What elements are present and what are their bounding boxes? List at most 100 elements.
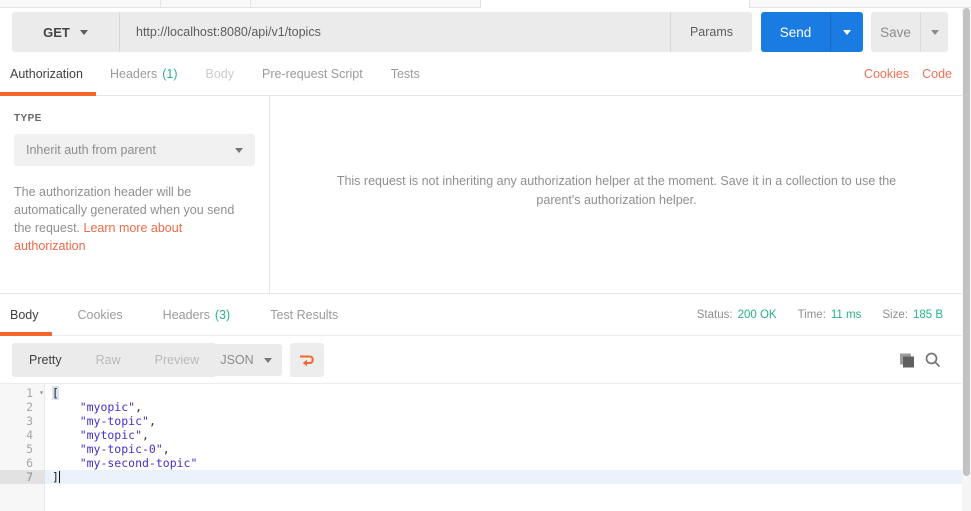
search-response-button[interactable] bbox=[923, 350, 943, 370]
fold-arrow-icon[interactable]: ▾ bbox=[39, 386, 44, 400]
code-text: [ bbox=[45, 386, 59, 400]
line-number: 3 bbox=[26, 414, 33, 428]
tab-headers[interactable]: Headers (1) bbox=[96, 53, 192, 95]
json-string: "my-second-topic" bbox=[52, 456, 198, 470]
code-line: 4 "mytopic", bbox=[0, 428, 962, 442]
copy-icon bbox=[900, 353, 914, 368]
line-number: 4 bbox=[26, 428, 33, 442]
json-comma: , bbox=[162, 442, 170, 456]
chevron-down-icon bbox=[79, 29, 88, 35]
chevron-down-icon bbox=[235, 147, 243, 153]
line-number: 6 bbox=[26, 456, 33, 470]
json-string: "myopic" bbox=[52, 400, 136, 414]
send-options-button[interactable] bbox=[831, 12, 863, 52]
code-text: "my-topic", bbox=[45, 414, 156, 428]
method-selector[interactable]: GET bbox=[12, 12, 120, 52]
request-tabs: Authorization Headers (1) Body Pre-reque… bbox=[0, 53, 962, 96]
tab-test-results[interactable]: Test Results bbox=[256, 294, 352, 335]
send-button-group: Send bbox=[761, 12, 863, 52]
tab-label: Headers bbox=[109, 67, 158, 81]
tab-authorization[interactable]: Authorization bbox=[0, 53, 96, 96]
response-body-editor[interactable]: 1 ▾ [ 2 "myopic", 3 "my-topic", 4 "mytop… bbox=[0, 383, 962, 511]
window-tab-active bbox=[480, 0, 750, 8]
raw-view-button[interactable]: Raw bbox=[79, 343, 138, 377]
tab-label: Authorization bbox=[10, 67, 83, 81]
cookies-link[interactable]: Cookies bbox=[864, 67, 909, 81]
send-button[interactable]: Send bbox=[761, 12, 831, 52]
json-string: "my-topic-0" bbox=[52, 442, 163, 456]
code-link[interactable]: Code bbox=[922, 67, 952, 81]
status-value: 200 OK bbox=[737, 308, 777, 321]
chevron-down-icon bbox=[843, 29, 851, 35]
request-url-bar: GET http://localhost:8080/api/v1/topics … bbox=[12, 12, 752, 52]
close-bracket: ] bbox=[52, 470, 59, 484]
wrap-lines-button[interactable] bbox=[290, 343, 324, 377]
code-line: 1 ▾ [ bbox=[0, 386, 962, 400]
line-number-text: 1 bbox=[26, 386, 33, 400]
tab-label: Pre-request Script bbox=[262, 67, 363, 81]
response-language-value: JSON bbox=[220, 353, 254, 367]
auth-helper-message-panel: This request is not inheriting any autho… bbox=[271, 96, 962, 286]
size-badge: Size: 185 B bbox=[882, 309, 943, 321]
line-number: 1 ▾ bbox=[0, 386, 45, 400]
search-icon bbox=[925, 352, 941, 368]
params-button[interactable]: Params bbox=[670, 12, 752, 52]
line-number: 2 bbox=[26, 400, 33, 414]
time-label: Time: bbox=[797, 308, 826, 321]
preview-view-button[interactable]: Preview bbox=[138, 343, 216, 377]
code-line: 5 "my-topic-0", bbox=[0, 442, 962, 456]
text-cursor bbox=[58, 471, 61, 483]
tab-response-cookies[interactable]: Cookies bbox=[64, 294, 137, 335]
method-label: GET bbox=[43, 24, 70, 40]
tab-body[interactable]: Body bbox=[192, 53, 249, 95]
line-number: 7 bbox=[0, 470, 45, 484]
status-label: Status: bbox=[696, 308, 733, 321]
tab-count-badge: (1) bbox=[162, 67, 178, 81]
json-string: "my-topic" bbox=[52, 414, 149, 428]
request-links: Cookies Code bbox=[864, 67, 962, 81]
tab-label: Tests bbox=[390, 67, 420, 81]
window-tab-divider bbox=[160, 0, 161, 8]
authorization-panel: TYPE Inherit auth from parent The author… bbox=[0, 96, 270, 293]
tab-pre-request-script[interactable]: Pre-request Script bbox=[248, 53, 377, 95]
json-comma: , bbox=[135, 400, 143, 414]
response-language-dropdown[interactable]: JSON bbox=[210, 344, 282, 376]
code-line: 2 "myopic", bbox=[0, 400, 962, 414]
code-line: 6 "my-second-topic" bbox=[0, 456, 962, 470]
save-button-group: Save bbox=[871, 12, 948, 52]
code-rows: 1 ▾ [ 2 "myopic", 3 "my-topic", 4 "mytop… bbox=[0, 386, 962, 484]
code-text: "my-topic-0", bbox=[45, 442, 170, 456]
scrollbar-track[interactable] bbox=[962, 8, 971, 511]
auth-type-value: Inherit auth from parent bbox=[26, 143, 156, 157]
url-input[interactable]: http://localhost:8080/api/v1/topics bbox=[120, 12, 670, 52]
response-meta: Status: 200 OK Time: 11 ms Size: 185 B bbox=[697, 293, 943, 336]
copy-response-button[interactable] bbox=[896, 350, 916, 370]
code-text: "mytopic", bbox=[45, 428, 149, 442]
tab-label: Test Results bbox=[270, 307, 339, 322]
code-line-active: 7 ] bbox=[0, 470, 962, 484]
size-label: Size: bbox=[882, 308, 908, 321]
postman-app: GET http://localhost:8080/api/v1/topics … bbox=[0, 0, 971, 511]
json-comma: , bbox=[142, 428, 149, 442]
tab-label: Body bbox=[205, 67, 235, 81]
scrollbar-thumb[interactable] bbox=[963, 8, 970, 476]
size-value: 185 B bbox=[912, 308, 943, 321]
chevron-down-icon bbox=[263, 357, 272, 363]
auth-helper-message: This request is not inheriting any autho… bbox=[336, 174, 897, 207]
pretty-view-button[interactable]: Pretty bbox=[12, 343, 79, 377]
tab-label: Headers bbox=[162, 307, 210, 322]
auth-type-dropdown[interactable]: Inherit auth from parent bbox=[14, 134, 255, 166]
tab-count-badge: (3) bbox=[214, 307, 231, 322]
save-options-button[interactable] bbox=[921, 12, 948, 52]
code-text: "myopic", bbox=[45, 400, 142, 414]
save-button[interactable]: Save bbox=[871, 12, 921, 52]
tab-response-body[interactable]: Body bbox=[0, 294, 52, 336]
json-string: "mytopic" bbox=[52, 428, 143, 442]
time-value: 11 ms bbox=[830, 308, 862, 321]
tab-response-headers[interactable]: Headers (3) bbox=[149, 294, 245, 335]
line-number: 5 bbox=[26, 442, 33, 456]
chevron-down-icon bbox=[930, 29, 939, 35]
response-view-switcher: Pretty Raw Preview bbox=[12, 343, 217, 377]
tab-tests[interactable]: Tests bbox=[377, 53, 434, 95]
window-tabs-strip bbox=[0, 0, 971, 8]
